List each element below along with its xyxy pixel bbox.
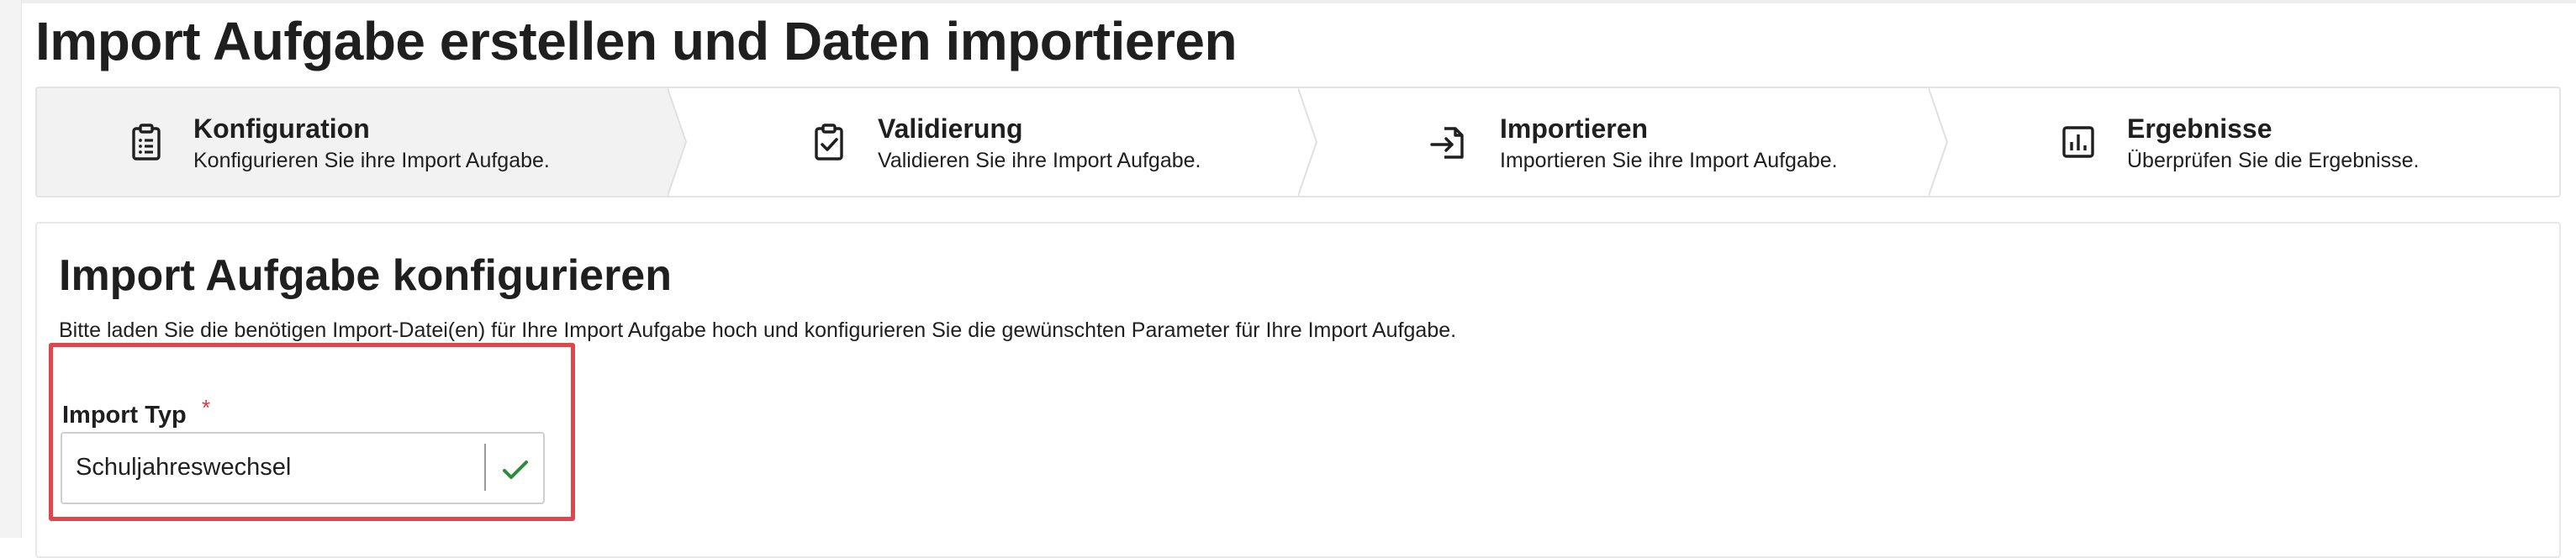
import-stepper: Konfiguration Konfigurieren Sie ihre Imp… (35, 87, 2561, 197)
step-description: Importieren Sie ihre Import Aufgabe. (1500, 149, 1838, 172)
step-title: Validierung (878, 113, 1023, 144)
step-konfiguration[interactable]: Konfiguration Konfigurieren Sie ihre Imp… (37, 88, 669, 196)
step-description: Überprüfen Sie die Ergebnisse. (2127, 149, 2420, 172)
bar-chart-icon (2062, 126, 2094, 158)
step-description: Validieren Sie ihre Import Aufgabe. (878, 149, 1201, 172)
clipboard-list-icon (132, 124, 161, 161)
step-title: Ergebnisse (2127, 113, 2272, 144)
step-title: Konfiguration (193, 113, 370, 144)
left-sidebar-edge (0, 0, 22, 538)
step-validierung[interactable]: Validierung Validieren Sie ihre Import A… (689, 88, 1298, 196)
clipboard-check-icon (815, 124, 843, 161)
step-title: Importieren (1500, 113, 1649, 144)
step-importieren[interactable]: Importieren Importieren Sie ihre Import … (1320, 88, 1929, 196)
import-type-label: Import Typ (62, 402, 187, 429)
check-icon (503, 461, 528, 479)
select-divider (484, 444, 486, 491)
config-description: Bitte laden Sie die benötigen Import-Dat… (59, 318, 1457, 342)
import-type-value: Schuljahreswechsel (76, 454, 292, 481)
step-ergebnisse[interactable]: Ergebnisse Überprüfen Sie die Ergebnisse… (1950, 88, 2559, 196)
config-title: Import Aufgabe konfigurieren (59, 251, 672, 300)
top-divider (0, 0, 2576, 3)
file-import-icon (1430, 127, 1464, 159)
step-description: Konfigurieren Sie ihre Import Aufgabe. (193, 149, 550, 172)
required-indicator: * (202, 395, 211, 420)
page-title: Import Aufgabe erstellen und Daten impor… (35, 11, 1238, 71)
